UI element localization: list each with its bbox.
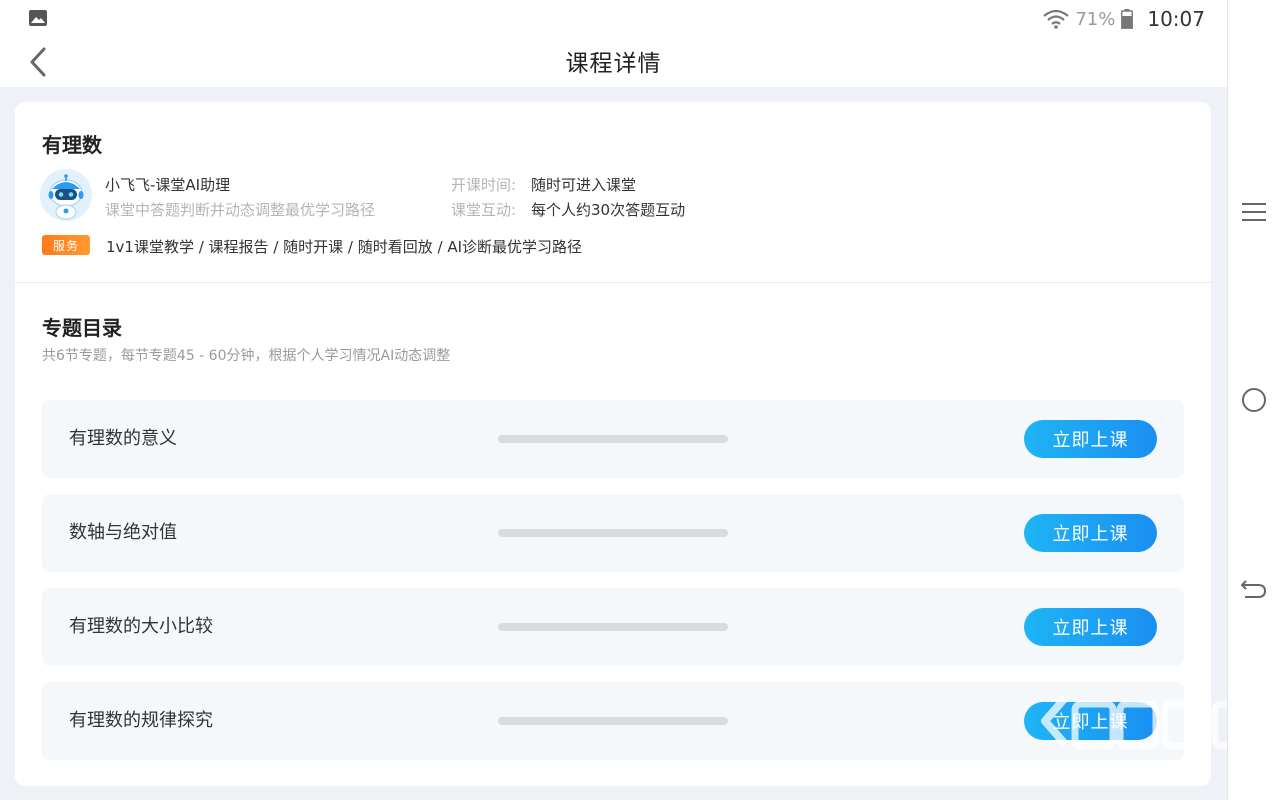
course-card: 有理数 小飞飞-课堂AI助理 课堂中答题判断并动态调整最优学习路径 开课时间: … <box>15 102 1211 786</box>
start-class-button[interactable]: 立即上课 <box>1024 420 1157 458</box>
status-bar: 71% 10:07 <box>1043 6 1205 32</box>
course-name: 有理数 <box>42 133 102 157</box>
app-screen: 71% 10:07 课程详情 有理数 小飞飞-课堂AI助理 课堂中答题判断并动态… <box>0 0 1227 800</box>
start-class-button[interactable]: 立即上课 <box>1024 702 1157 740</box>
lesson-progress-bar <box>498 529 728 537</box>
start-time-label: 开课时间: <box>451 176 517 194</box>
lesson-item: 有理数的大小比较 立即上课 <box>42 588 1184 666</box>
lesson-progress-bar <box>498 717 728 725</box>
top-bar: 71% 10:07 课程详情 <box>0 0 1227 87</box>
menu-button[interactable] <box>1240 198 1268 226</box>
lesson-item: 数轴与绝对值 立即上课 <box>42 494 1184 572</box>
image-icon <box>29 10 47 26</box>
lesson-name: 有理数的规律探究 <box>69 710 213 731</box>
menu-icon <box>1242 203 1266 221</box>
lesson-progress-bar <box>498 435 728 443</box>
interaction-row: 课堂互动: 每个人约30次答题互动 <box>451 199 685 220</box>
start-class-button[interactable]: 立即上课 <box>1024 514 1157 552</box>
service-badge: 服务 <box>42 235 90 255</box>
lesson-progress-bar <box>498 623 728 631</box>
lesson-name: 有理数的意义 <box>69 428 177 449</box>
battery-icon <box>1121 9 1134 29</box>
wifi-icon <box>1043 9 1070 29</box>
teacher-description: 课堂中答题判断并动态调整最优学习路径 <box>105 201 376 219</box>
catalog-subtitle: 共6节专题，每节专题45 - 60分钟，根据个人学习情况AI动态调整 <box>42 348 451 364</box>
home-circle-icon <box>1242 388 1266 412</box>
system-back-button[interactable] <box>1240 574 1268 602</box>
teacher-name: 小飞飞-课堂AI助理 <box>105 176 231 194</box>
divider <box>15 282 1211 283</box>
back-arrow-icon <box>1241 580 1267 598</box>
interaction-value: 每个人约30次答题互动 <box>531 201 686 219</box>
lesson-name: 数轴与绝对值 <box>69 522 177 543</box>
start-class-button[interactable]: 立即上课 <box>1024 608 1157 646</box>
robot-avatar-icon <box>40 169 92 221</box>
start-time-row: 开课时间: 随时可进入课堂 <box>451 174 636 195</box>
lesson-name: 有理数的大小比较 <box>69 616 213 637</box>
avatar <box>40 169 92 221</box>
catalog-title: 专题目录 <box>42 316 122 340</box>
battery-percent: 71% <box>1075 8 1116 30</box>
home-button[interactable] <box>1240 386 1268 414</box>
interaction-label: 课堂互动: <box>451 201 517 219</box>
clock: 10:07 <box>1147 7 1205 31</box>
lesson-item: 有理数的意义 立即上课 <box>42 400 1184 478</box>
start-time-value: 随时可进入课堂 <box>531 176 637 194</box>
lesson-item: 有理数的规律探究 立即上课 <box>42 682 1184 760</box>
service-list: 1v1课堂教学 / 课程报告 / 随时开课 / 随时看回放 / AI诊断最优学习… <box>106 238 583 256</box>
system-nav-bar <box>1227 0 1280 800</box>
page-title: 课程详情 <box>565 51 662 77</box>
